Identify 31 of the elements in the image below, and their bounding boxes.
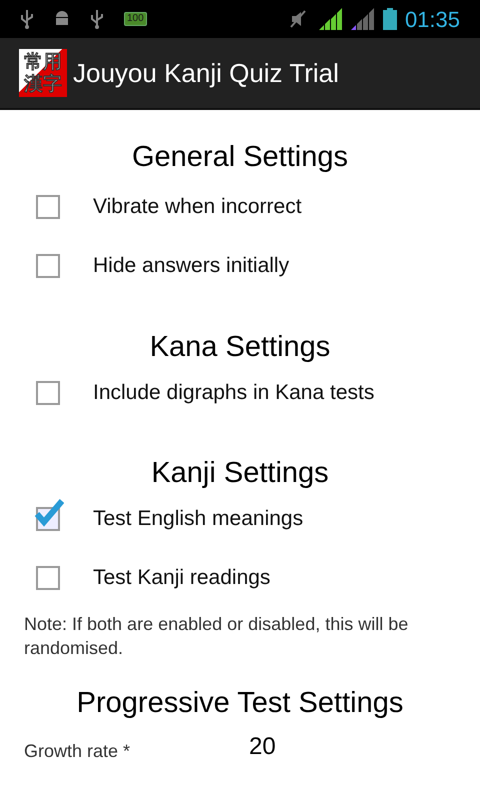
section-heading: Kanji Settings: [150, 456, 330, 491]
field-label: Growth rate *: [24, 740, 132, 763]
checkbox-row[interactable]: Test Kanji readings: [24, 548, 456, 608]
checkbox[interactable]: [36, 566, 60, 590]
checkbox-label: Hide answers initially: [93, 253, 290, 280]
battery-level-icon: 100: [124, 12, 147, 26]
checkbox[interactable]: [36, 380, 60, 404]
checkbox-row[interactable]: Vibrate when incorrect: [24, 178, 456, 236]
section-heading: General Settings: [130, 140, 349, 175]
battery-icon: [382, 8, 397, 30]
clock-time: 01:35: [404, 6, 460, 34]
checkbox-label: Test Kanji readings: [93, 565, 270, 592]
app-title: Jouyou Kanji Quiz Trial: [73, 56, 339, 90]
checkbox-row[interactable]: Test English meanings: [24, 490, 456, 548]
checkbox-row[interactable]: Hide answers initially: [24, 236, 456, 296]
usb-icon: [20, 9, 34, 29]
section-heading: Progressive Test Settings: [76, 686, 404, 720]
usb-icon: [90, 9, 104, 29]
note-text: Note: If both are enabled or disabled, this will be randomised.: [24, 612, 410, 660]
checkbox-label: Test English meanings: [93, 506, 304, 532]
signal-icon: [350, 8, 375, 30]
mute-icon: [288, 9, 307, 29]
signal-icon: [318, 8, 343, 30]
checkmark-icon: [34, 499, 64, 527]
checkbox-label: Vibrate when incorrect: [93, 194, 302, 220]
growth-rate-value[interactable]: 20: [249, 729, 276, 765]
checkbox[interactable]: [36, 254, 60, 278]
section-heading: Kana Settings: [148, 330, 332, 364]
checkbox[interactable]: [36, 195, 60, 219]
checkbox-row[interactable]: Include digraphs in Kana tests: [24, 363, 456, 422]
checkbox-label: Include digraphs in Kana tests: [93, 380, 374, 406]
